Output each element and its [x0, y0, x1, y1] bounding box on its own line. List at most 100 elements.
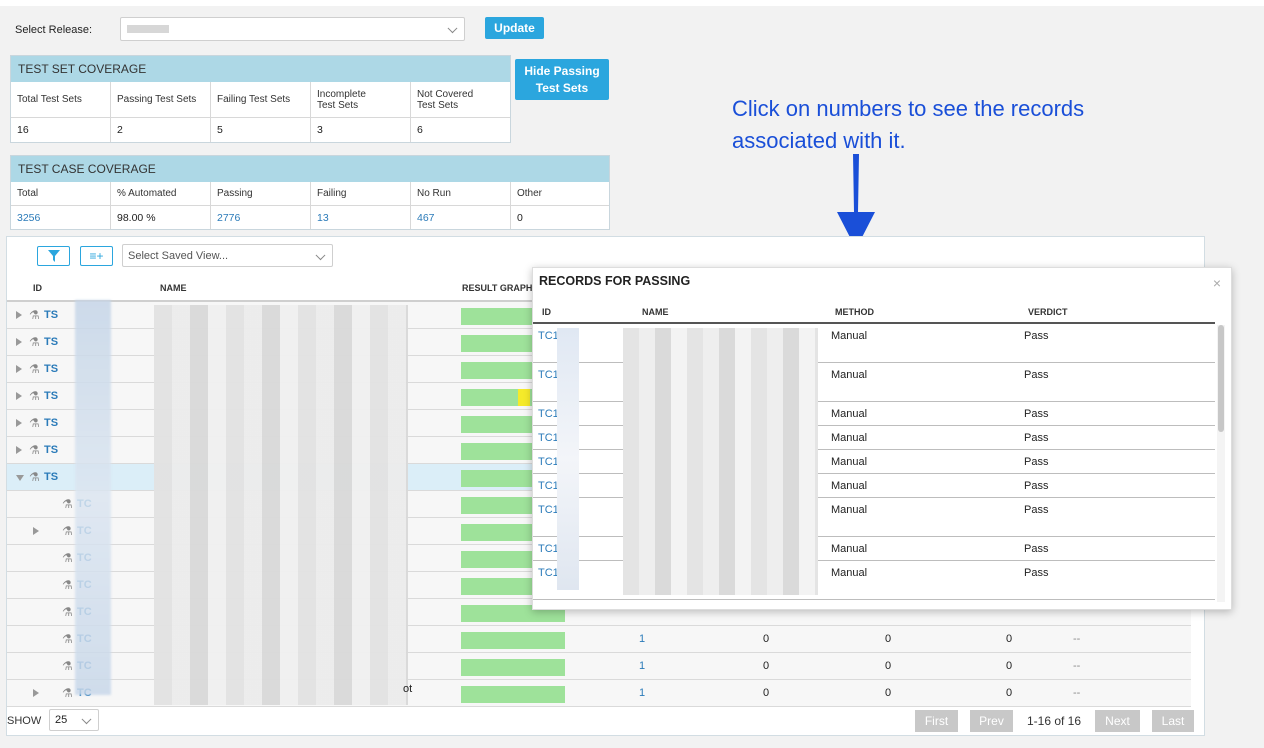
coverage-value: 6 — [417, 124, 423, 136]
filter-button[interactable] — [37, 246, 70, 266]
popup-scrollbar[interactable] — [1217, 325, 1225, 602]
page-size-select[interactable]: 25 — [49, 709, 99, 731]
coverage-column: Failing Test Sets 5 — [211, 82, 311, 142]
page-size-value: 25 — [55, 714, 68, 726]
expand-icon[interactable] — [16, 392, 22, 400]
saved-view-placeholder: Select Saved View... — [128, 250, 229, 262]
row-id-link[interactable]: TS — [44, 336, 58, 348]
next-page-button[interactable]: Next — [1095, 710, 1140, 732]
record-verdict: Pass — [1024, 543, 1049, 555]
record-id-link[interactable]: TC1 — [538, 504, 559, 516]
coverage-column: Other 0 — [511, 182, 609, 229]
coverage-column: Not Covered Test Sets 6 — [411, 82, 510, 142]
test-set-coverage-panel: TEST SET COVERAGE Total Test Sets 16 Passi… — [10, 55, 511, 143]
collapse-icon[interactable] — [16, 475, 24, 481]
coverage-header: % Automated — [111, 182, 210, 206]
record-verdict: Pass — [1024, 369, 1049, 381]
testset-icon: ⚗ — [29, 389, 40, 403]
popup-column-id: ID — [542, 307, 551, 317]
expand-icon[interactable] — [33, 689, 39, 697]
coverage-column: Passing Test Sets 2 — [111, 82, 211, 142]
saved-view-select[interactable]: Select Saved View... — [122, 244, 333, 267]
popup-column-method: METHOD — [835, 307, 874, 317]
count-value: 0 — [885, 660, 892, 672]
record-id-link[interactable]: TC1 — [538, 567, 559, 579]
testcase-icon: ⚗ — [62, 659, 73, 673]
record-id-link[interactable]: TC1 — [538, 369, 559, 381]
count-value: 0 — [885, 633, 892, 645]
row-id-link[interactable]: TS — [44, 363, 58, 375]
column-header-name[interactable]: NAME — [160, 283, 187, 293]
show-label: SHOW — [7, 715, 42, 727]
coverage-value: 3 — [317, 124, 323, 136]
record-id-link[interactable]: TC1 — [538, 408, 559, 420]
chevron-down-icon — [81, 714, 92, 725]
close-icon[interactable]: × — [1213, 275, 1221, 291]
test-case-coverage-title: TEST CASE COVERAGE — [11, 156, 609, 182]
count-link[interactable]: 1 — [639, 687, 645, 699]
row-id-link[interactable]: TS — [44, 444, 58, 456]
first-page-button[interactable]: First — [915, 710, 958, 732]
column-header-result-graph[interactable]: RESULT GRAPH — [462, 283, 532, 293]
record-method: Manual — [831, 567, 868, 579]
testcase-icon: ⚗ — [62, 686, 73, 700]
coverage-value: 98.00 % — [117, 211, 156, 224]
count-value: 0 — [885, 687, 892, 699]
testcase-icon: ⚗ — [62, 497, 73, 511]
hide-passing-test-sets-button[interactable]: Hide Passing Test Sets — [515, 59, 609, 100]
expand-icon[interactable] — [16, 338, 22, 346]
coverage-header: Passing — [211, 182, 310, 206]
redacted-popup-names — [623, 328, 818, 595]
row-id-link[interactable]: TS — [44, 309, 58, 321]
coverage-count-link[interactable]: 13 — [311, 206, 410, 229]
expand-icon[interactable] — [16, 365, 22, 373]
expand-icon[interactable] — [16, 446, 22, 454]
list-add-icon: ≡+ — [89, 249, 104, 263]
record-id-link[interactable]: TC1 — [538, 330, 559, 342]
count-link[interactable]: 1 — [639, 660, 645, 672]
record-verdict: Pass — [1024, 408, 1049, 420]
coverage-header: Other — [511, 182, 609, 206]
record-method: Manual — [831, 504, 868, 516]
name-tail-text: ot — [403, 683, 413, 695]
testset-icon: ⚗ — [29, 470, 40, 484]
result-graph-bar[interactable] — [461, 686, 565, 703]
coverage-count-link[interactable]: 467 — [411, 206, 510, 229]
expand-icon[interactable] — [16, 311, 22, 319]
row-id-link[interactable]: TS — [44, 417, 58, 429]
coverage-header: No Run — [411, 182, 510, 206]
record-id-link[interactable]: TC1 — [538, 432, 559, 444]
testcase-icon: ⚗ — [62, 632, 73, 646]
record-id-link[interactable]: TC1 — [538, 456, 559, 468]
count-link[interactable]: 1 — [639, 633, 645, 645]
count-value: -- — [1073, 660, 1081, 672]
record-method: Manual — [831, 408, 868, 420]
prev-page-button[interactable]: Prev — [970, 710, 1013, 732]
testcase-icon: ⚗ — [62, 605, 73, 619]
testcase-icon: ⚗ — [62, 524, 73, 538]
record-id-link[interactable]: TC1 — [538, 480, 559, 492]
coverage-count-link[interactable]: 2776 — [211, 206, 310, 229]
popup-title: RECORDS FOR PASSING — [539, 274, 691, 288]
column-header-id[interactable]: ID — [33, 283, 42, 293]
coverage-header: Passing Test Sets — [111, 82, 210, 118]
expand-icon[interactable] — [16, 419, 22, 427]
scrollbar-thumb[interactable] — [1218, 325, 1224, 432]
row-id-link[interactable]: TS — [44, 390, 58, 402]
record-method: Manual — [831, 432, 868, 444]
update-button[interactable]: Update — [485, 17, 544, 39]
record-id-link[interactable]: TC1 — [538, 543, 559, 555]
record-method: Manual — [831, 456, 868, 468]
last-page-button[interactable]: Last — [1152, 710, 1194, 732]
result-graph-bar[interactable] — [461, 632, 565, 649]
row-id-link[interactable]: TS — [44, 471, 58, 483]
expand-icon[interactable] — [33, 527, 39, 535]
release-select[interactable] — [120, 17, 465, 41]
coverage-value: 5 — [217, 124, 223, 136]
coverage-header: Failing Test Sets — [211, 82, 310, 118]
coverage-value: 16 — [17, 124, 29, 136]
coverage-count-link[interactable]: 3256 — [11, 206, 110, 229]
result-graph-bar[interactable] — [461, 659, 565, 676]
coverage-column: No Run 467 — [411, 182, 511, 229]
columns-button[interactable]: ≡+ — [80, 246, 113, 266]
